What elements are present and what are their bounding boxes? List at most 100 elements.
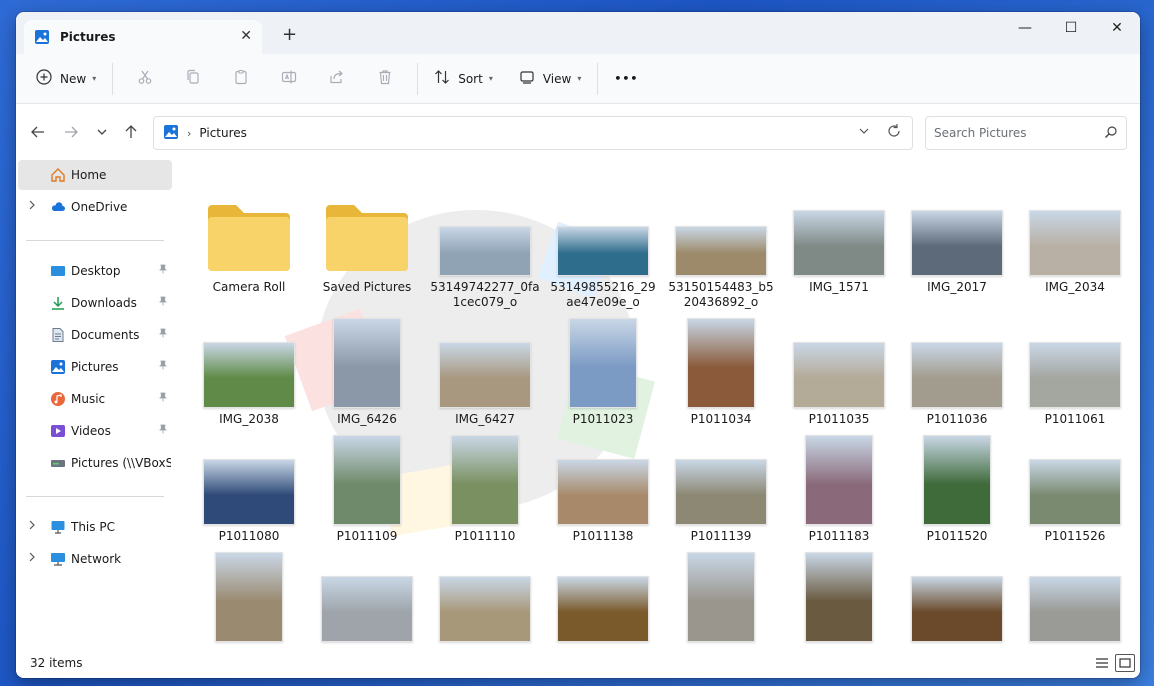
videos-icon [50,423,66,439]
image-item-p1011520[interactable]: P1011520 [901,425,1013,555]
address-history-chevron-icon[interactable] [858,125,870,140]
forward-arrow-icon[interactable] [59,120,83,144]
thumbnail-container [429,308,541,408]
refresh-icon[interactable] [886,123,902,143]
cut-button[interactable] [121,62,169,96]
scissors-icon [137,69,153,88]
sidebar-item-pictures[interactable]: Pictures [18,352,172,382]
see-more-button[interactable]: ••• [606,62,646,96]
image-item-p1011597[interactable]: P1011597 [665,542,777,648]
image-item-img-6426[interactable]: IMG_6426 [311,308,423,438]
sidebar-item-documents[interactable]: Documents [18,320,172,350]
image-item-p1011138[interactable]: P1011138 [547,425,659,555]
sidebar-item-network[interactable]: Network [18,544,172,574]
image-item-53149855216-29ae47e09e-o[interactable]: 53149855216_29ae47e09e_o [547,176,659,309]
rename-icon [281,69,297,88]
chevron-down-icon: ▾ [577,74,582,83]
search-input[interactable]: Search Pictures [925,116,1127,150]
sidebar-item-label: Home [71,168,107,182]
file-name: Camera Roll [212,280,286,294]
recent-locations-chevron-icon[interactable] [90,120,114,144]
sidebar-item-pictures-vboxsvr[interactable]: Pictures (\\VBoxSvr [18,448,172,478]
image-item-img-2017[interactable]: IMG_2017 [901,176,1013,306]
view-label: View [542,71,572,86]
expand-chevron-icon[interactable] [28,200,36,213]
image-item-p1011109[interactable]: P1011109 [311,425,423,555]
image-thumbnail [911,576,1003,642]
share-button[interactable] [313,62,361,96]
expand-chevron-icon[interactable] [28,552,36,565]
up-arrow-icon[interactable] [119,120,143,144]
large-icons-view-icon[interactable] [1115,654,1135,672]
pin-icon [158,424,168,437]
image-item-img-2034[interactable]: IMG_2034 [1019,176,1131,306]
sidebar-item-music[interactable]: Music [18,384,172,414]
image-item-p1011598[interactable]: P1011598 [783,542,895,648]
sidebar-item-this-pc[interactable]: This PC [18,512,172,542]
address-bar[interactable]: › Pictures [153,116,913,150]
image-item-p1011061[interactable]: P1011061 [1019,308,1131,438]
image-item-p1011596[interactable]: P1011596 [547,542,659,648]
thumbnail-container [547,176,659,276]
sidebar-item-home[interactable]: Home [18,160,172,190]
minimize-button[interactable]: — [1002,20,1048,36]
toolbar-divider [597,62,599,95]
image-item-p1011036[interactable]: P1011036 [901,308,1013,438]
new-button[interactable]: New ▾ [28,62,104,96]
view-button[interactable]: View ▾ [511,62,590,96]
copy-button[interactable] [169,62,217,96]
image-item-p1011035[interactable]: P1011035 [783,308,895,438]
thumbnail-container [665,425,777,525]
new-tab-button[interactable]: + [282,24,297,45]
image-item-p1011562[interactable]: P1011562 [193,542,305,648]
copy-icon [185,69,201,88]
image-item-53149742277-0fa1cec079-o[interactable]: 53149742277_0fa1cec079_o [429,176,541,309]
delete-button[interactable] [361,62,409,96]
thumbnail-container [901,425,1013,525]
image-item-p1011526[interactable]: P1011526 [1019,425,1131,555]
close-button[interactable]: ✕ [1094,20,1140,36]
tab-close-icon[interactable]: ✕ [240,28,252,44]
search-icon [1104,125,1118,142]
maximize-button[interactable]: ☐ [1048,20,1094,36]
image-item-p1011605[interactable]: P1011605 [901,542,1013,648]
paste-button[interactable] [217,62,265,96]
image-item-img-6427[interactable]: IMG_6427 [429,308,541,438]
image-thumbnail [451,435,519,525]
image-item-53150154483-b520436892-o[interactable]: 53150154483_b520436892_o [665,176,777,309]
sidebar-item-desktop[interactable]: Desktop [18,256,172,286]
image-item-p1011183[interactable]: P1011183 [783,425,895,555]
folder-item-saved-pictures[interactable]: Saved Pictures [311,176,423,306]
back-arrow-icon[interactable] [26,120,50,144]
sidebar-item-label: Downloads [71,296,137,310]
sidebar-item-videos[interactable]: Videos [18,416,172,446]
details-view-icon[interactable] [1092,654,1112,672]
image-item-p1011139[interactable]: P1011139 [665,425,777,555]
file-name: 53150154483_b520436892_o [668,280,774,309]
sidebar-item-downloads[interactable]: Downloads [18,288,172,318]
image-item-p1011034[interactable]: P1011034 [665,308,777,438]
item-count: 32 items [30,656,83,670]
status-bar: 32 items [16,648,1140,678]
breadcrumb-pictures[interactable]: Pictures [199,126,247,140]
image-item-p1011080[interactable]: P1011080 [193,425,305,555]
image-thumbnail [557,459,649,525]
thumbnail-container [783,425,895,525]
thumbnail-container [665,542,777,642]
expand-chevron-icon[interactable] [28,520,36,533]
image-item-p1011023[interactable]: P1011023 [547,308,659,438]
toolbar-divider [112,62,114,95]
image-item-p1011610[interactable]: P1011610 [1019,542,1131,648]
image-item-p1011572[interactable]: P1011572 [311,542,423,648]
folder-item-camera-roll[interactable]: Camera Roll [193,176,305,306]
pin-icon [158,296,168,309]
image-item-img-1571[interactable]: IMG_1571 [783,176,895,306]
image-item-p1011110[interactable]: P1011110 [429,425,541,555]
thumbnail-container [1019,308,1131,408]
image-item-p1011584[interactable]: P1011584 [429,542,541,648]
rename-button[interactable] [265,62,313,96]
tab-pictures[interactable]: Pictures ✕ [24,20,262,54]
image-item-img-2038[interactable]: IMG_2038 [193,308,305,438]
sidebar-item-onedrive[interactable]: OneDrive [18,192,172,222]
sort-button[interactable]: Sort ▾ [426,62,501,96]
